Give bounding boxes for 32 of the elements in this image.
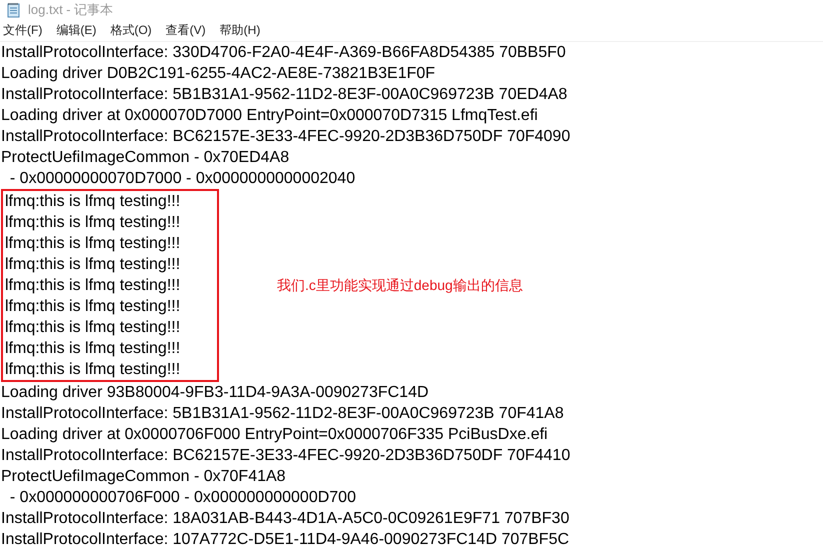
window-title: log.txt - 记事本 bbox=[28, 1, 114, 19]
menu-item[interactable]: 编辑(E) bbox=[56, 22, 96, 39]
log-line: Loading driver at 0x000070D7000 EntryPoint=0x000070D7315 LfmqTest.efi bbox=[0, 106, 539, 126]
log-line: lfmq:this is lfmq testing!!! bbox=[4, 234, 182, 254]
log-line: lfmq:this is lfmq testing!!! bbox=[4, 360, 182, 380]
menu-item[interactable]: 查看(V) bbox=[166, 22, 206, 39]
log-line: InstallProtocolInterface: BC62157E-3E33-4FEC-9920-2D3B36D750DF 70F4090 bbox=[0, 127, 572, 147]
log-line: InstallProtocolInterface: 5B1B31A1-9562-11D2-8E3F-00A0C969723B 70F41A8 bbox=[0, 404, 565, 424]
log-line: lfmq:this is lfmq testing!!! bbox=[4, 297, 182, 317]
log-line: InstallProtocolInterface: BC62157E-3E33-4FEC-9920-2D3B36D750DF 70F4410 bbox=[0, 446, 572, 466]
log-line: lfmq:this is lfmq testing!!! bbox=[4, 276, 182, 296]
menu-item[interactable]: 格式(O) bbox=[110, 22, 152, 39]
notepad-icon bbox=[6, 2, 22, 18]
log-line: ProtectUefiImageCommon - 0x70ED4A8 bbox=[0, 148, 290, 168]
log-line: - 0x00000000070D7000 - 0x0000000000002040 bbox=[8, 169, 356, 189]
annotation-text: 我们.c里功能实现通过debug输出的信息 bbox=[277, 276, 523, 294]
log-line: Loading driver 93B80004-9FB3-11D4-9A3A-0090273FC14D bbox=[0, 383, 430, 403]
log-line: InstallProtocolInterface: 107A772C-D5E1-11D4-9A46-0090273FC14D 707BF5C bbox=[0, 530, 570, 550]
log-line: lfmq:this is lfmq testing!!! bbox=[4, 192, 182, 212]
menu-item[interactable]: 文件(F) bbox=[3, 22, 42, 39]
log-line: lfmq:this is lfmq testing!!! bbox=[4, 318, 182, 338]
log-line: ProtectUefiImageCommon - 0x70F41A8 bbox=[0, 467, 287, 487]
log-line: lfmq:this is lfmq testing!!! bbox=[4, 255, 182, 275]
menu-item[interactable]: 帮助(H) bbox=[220, 22, 260, 39]
log-line: - 0x000000000706F000 - 0x000000000000D700 bbox=[8, 488, 357, 508]
log-line: InstallProtocolInterface: 18A031AB-B443-4D1A-A5C0-0C09261E9F71 707BF30 bbox=[0, 509, 570, 529]
log-line: Loading driver D0B2C191-6255-4AC2-AE8E-73821B3E1F0F bbox=[0, 64, 436, 84]
log-line: InstallProtocolInterface: 330D4706-F2A0-4E4F-A369-B66FA8D54385 70BB5F0 bbox=[0, 43, 567, 63]
log-line: InstallProtocolInterface: 5B1B31A1-9562-11D2-8E3F-00A0C969723B 70ED4A8 bbox=[0, 85, 568, 105]
log-line: lfmq:this is lfmq testing!!! bbox=[4, 339, 182, 359]
log-line: lfmq:this is lfmq testing!!! bbox=[4, 213, 182, 233]
log-line: Loading driver at 0x0000706F000 EntryPoint=0x0000706F335 PciBusDxe.efi bbox=[0, 425, 549, 445]
